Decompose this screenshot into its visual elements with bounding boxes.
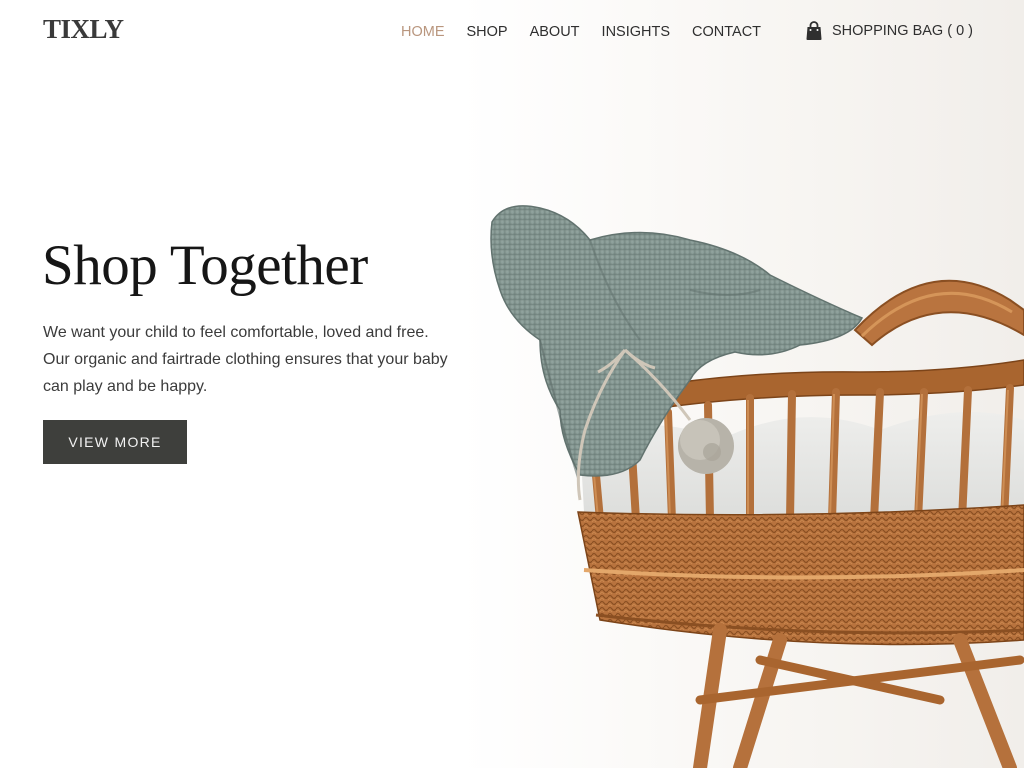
nav-about-link[interactable]: ABOUT [530,23,580,41]
hero-description: We want your child to feel comfortable, … [43,324,448,395]
site-logo[interactable]: TIXLY [43,14,124,45]
view-more-button[interactable]: VIEW MORE [43,420,187,464]
shopping-bag-link[interactable]: SHOPPING BAG ( 0 ) [805,20,973,42]
page: TIXLY HOME SHOP ABOUT INSIGHTS CONTACT S… [0,0,1024,768]
nav-contact-link[interactable]: CONTACT [692,23,761,41]
shopping-bag-icon [806,21,822,40]
shopping-bag-label: SHOPPING BAG ( 0 ) [832,23,973,39]
nav-shop-link[interactable]: SHOP [467,23,508,41]
nav-insights-link[interactable]: INSIGHTS [602,23,670,41]
main-nav: HOME SHOP ABOUT INSIGHTS CONTACT [401,23,783,41]
hero-title: Shop Together [42,234,368,297]
nav-home-link[interactable]: HOME [401,23,445,41]
